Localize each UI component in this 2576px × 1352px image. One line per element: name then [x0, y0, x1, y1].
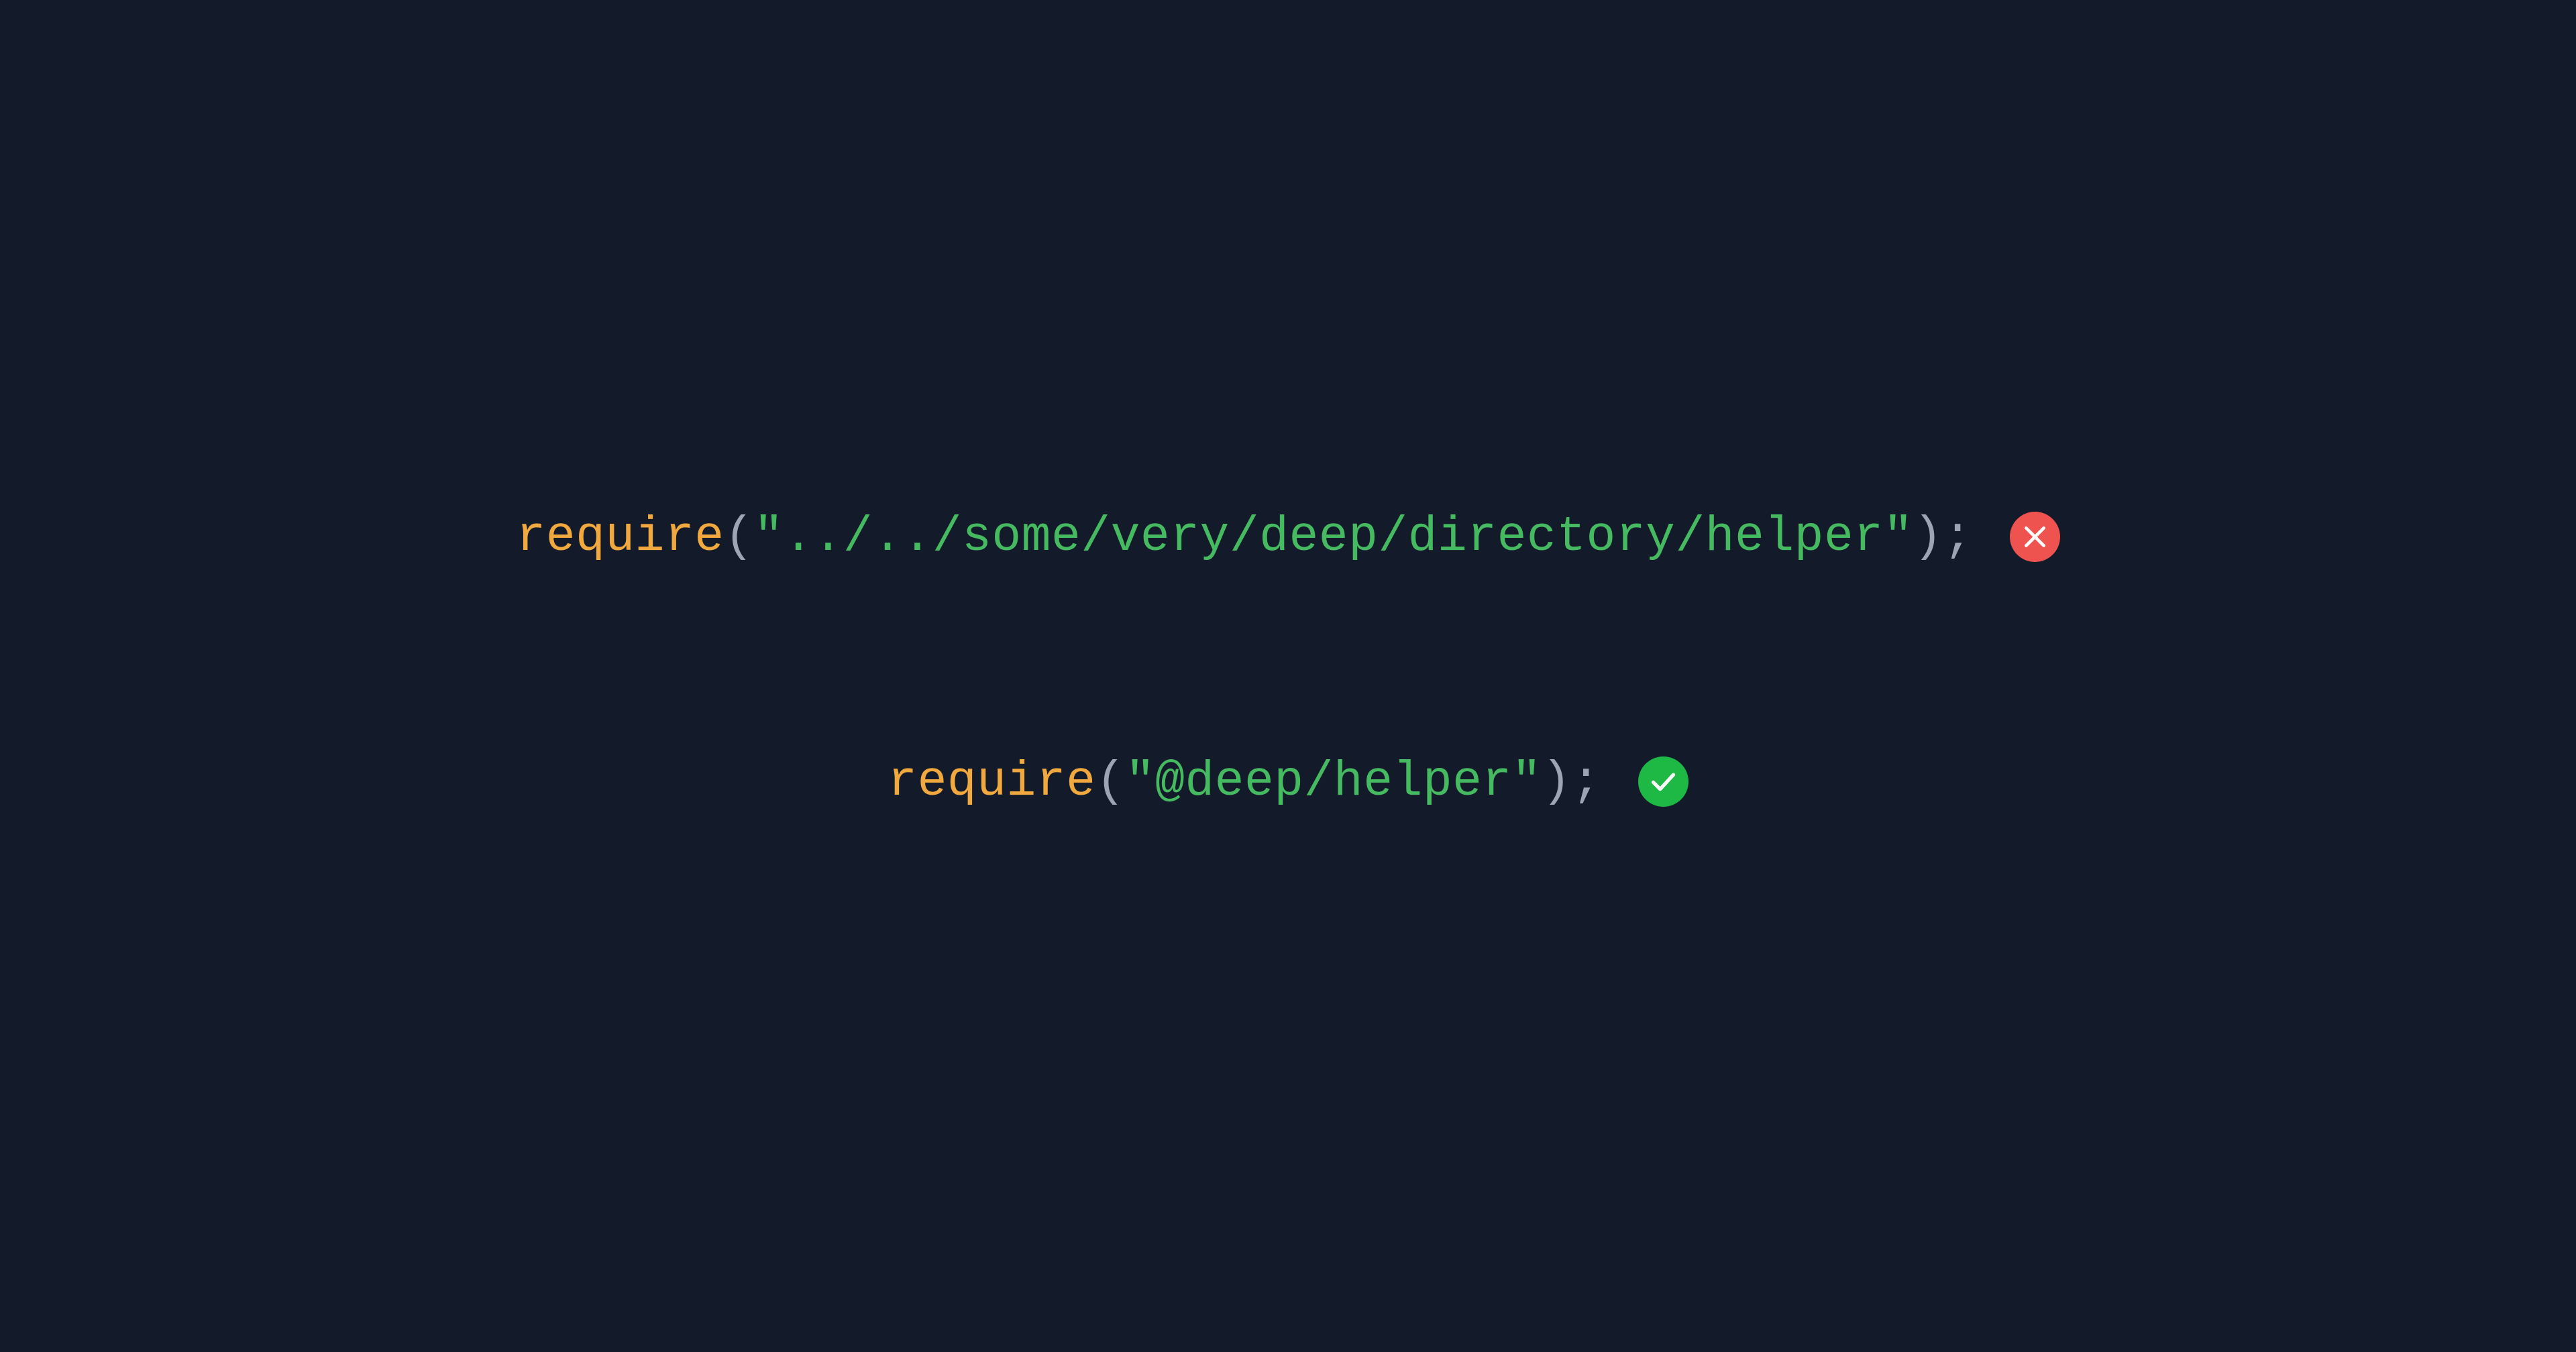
- cross-icon: [2010, 512, 2060, 562]
- semicolon: ;: [1571, 754, 1601, 809]
- close-paren: ): [1913, 509, 1943, 565]
- close-paren: ): [1542, 754, 1571, 809]
- check-icon: [1638, 756, 1688, 807]
- code-text-good: require("@deep/helper");: [888, 757, 1601, 806]
- keyword-require: require: [888, 754, 1095, 809]
- code-comparison: require("../../some/very/deep/directory/…: [516, 512, 2059, 807]
- code-line-good: require("@deep/helper");: [888, 756, 1688, 807]
- string-path-relative: "../../some/very/deep/directory/helper": [754, 509, 1913, 565]
- semicolon: ;: [1943, 509, 1972, 565]
- code-line-bad: require("../../some/very/deep/directory/…: [516, 512, 2059, 562]
- string-path-alias: "@deep/helper": [1126, 754, 1542, 809]
- open-paren: (: [1095, 754, 1125, 809]
- open-paren: (: [724, 509, 754, 565]
- code-text-bad: require("../../some/very/deep/directory/…: [516, 512, 1972, 561]
- keyword-require: require: [516, 509, 724, 565]
